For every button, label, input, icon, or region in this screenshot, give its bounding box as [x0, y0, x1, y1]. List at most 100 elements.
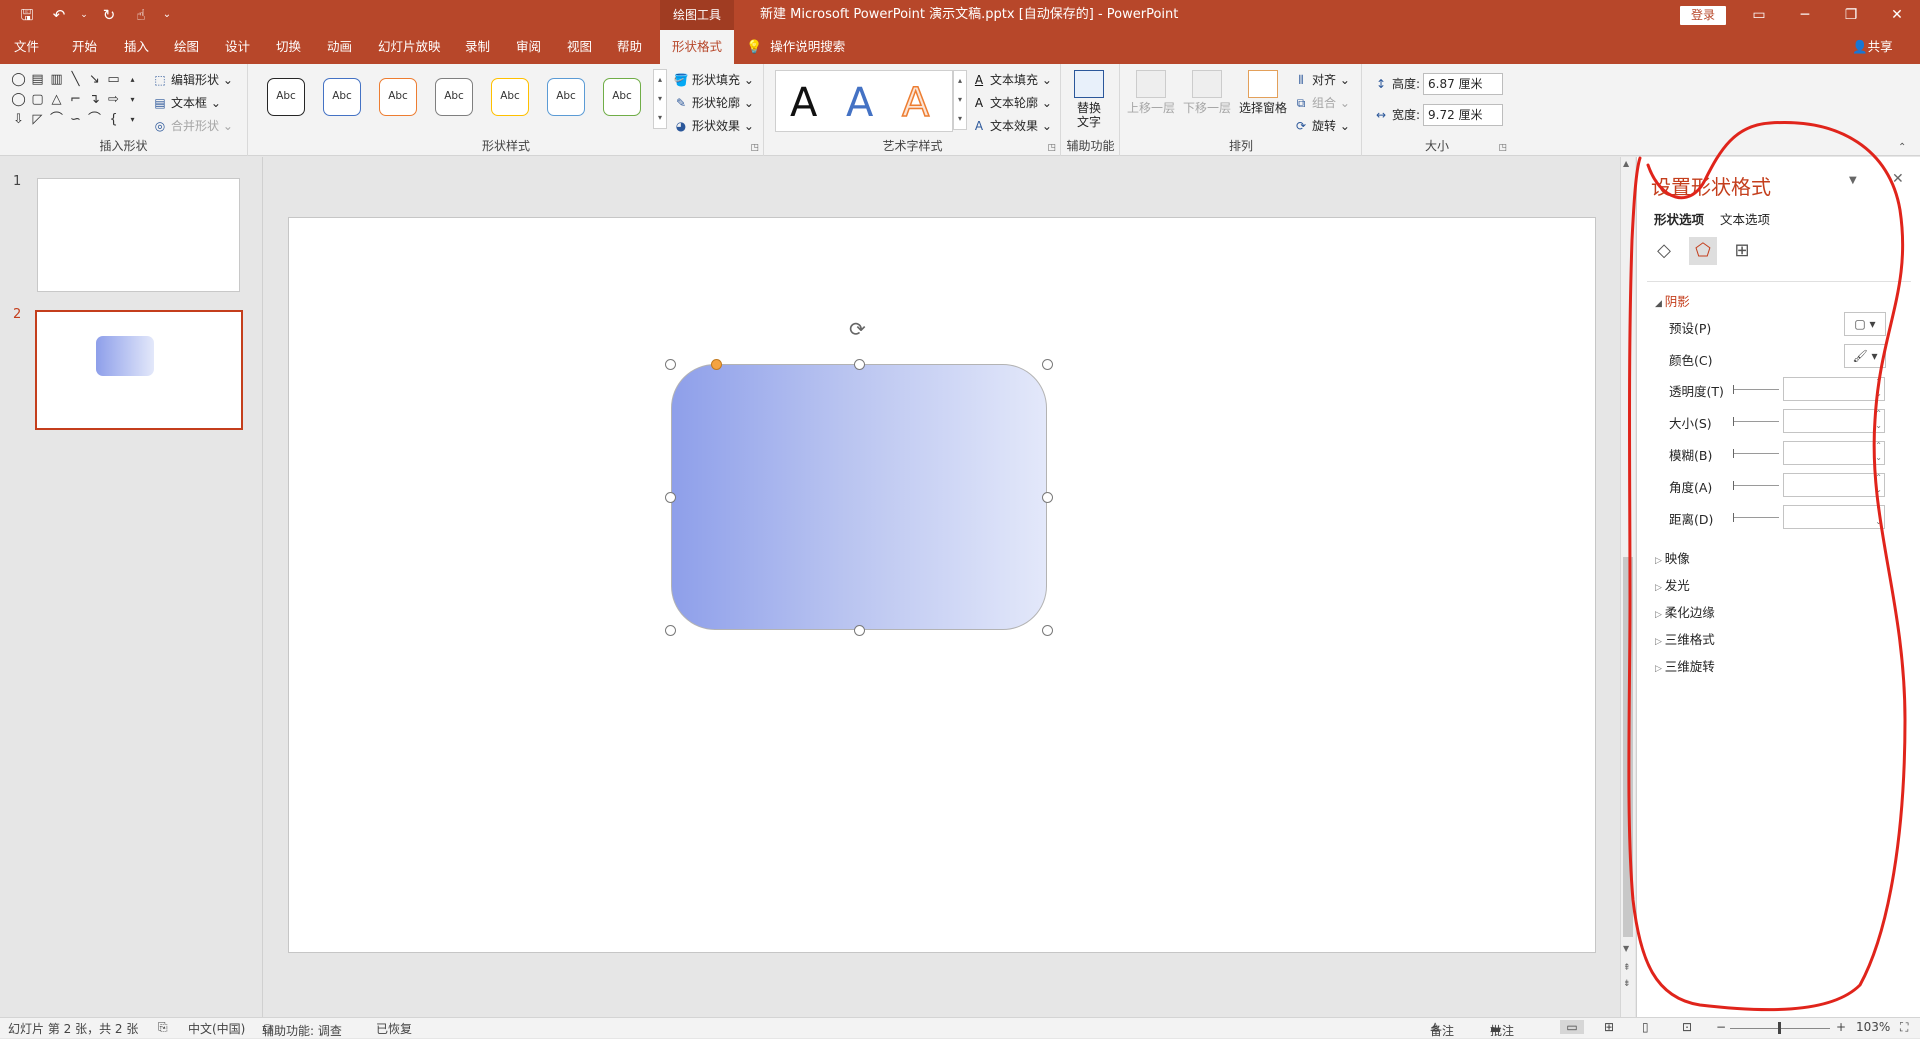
slide-sorter-icon[interactable]: ⊞: [1604, 1020, 1614, 1034]
scroll-thumb[interactable]: [1623, 557, 1633, 937]
shape-fill-button[interactable]: 🪣 形状填充 ⌄: [673, 70, 754, 90]
style-preset-1[interactable]: Abc: [267, 78, 305, 116]
wordart-gallery-scroll[interactable]: ▴ ▾ ▾: [953, 70, 967, 130]
login-button[interactable]: 登录: [1680, 6, 1726, 25]
tab-shape-options[interactable]: 形状选项: [1654, 209, 1704, 228]
zoom-slider-thumb[interactable]: [1778, 1022, 1781, 1034]
elbow-arrow-shape-icon[interactable]: ↴: [86, 90, 103, 110]
shape-outline-button[interactable]: ✎ 形状轮廓 ⌄: [673, 93, 754, 113]
gallery-up-icon[interactable]: ▴: [124, 70, 141, 90]
width-input[interactable]: 9.72 厘米: [1423, 104, 1503, 126]
resize-handle-bottom-left[interactable]: [665, 625, 676, 636]
reflection-section[interactable]: ▷ 映像: [1655, 548, 1690, 567]
share-button[interactable]: 👤共享: [1852, 30, 1893, 64]
shape-styles-launcher-icon[interactable]: ◳: [750, 143, 759, 153]
oval-shape-icon[interactable]: ◯: [10, 90, 27, 110]
previous-slide-icon[interactable]: ⇞: [1623, 963, 1631, 973]
tell-me-search[interactable]: 💡 操作说明搜索: [746, 30, 845, 64]
resize-handle-top-left[interactable]: [665, 359, 676, 370]
angle-input[interactable]: [1783, 472, 1885, 497]
undo-icon[interactable]: ↶: [48, 4, 70, 26]
close-icon[interactable]: ✕: [1874, 0, 1920, 30]
zoom-out-icon[interactable]: −: [1716, 1020, 1726, 1034]
resize-handle-right[interactable]: [1042, 492, 1053, 503]
gallery-more-icon[interactable]: ▾: [124, 110, 141, 130]
tab-draw[interactable]: 绘图: [174, 30, 199, 64]
tab-help[interactable]: 帮助: [617, 30, 642, 64]
spellcheck-icon[interactable]: ⎘: [158, 1020, 168, 1035]
freeform-shape-icon[interactable]: ◸: [29, 110, 46, 130]
align-button[interactable]: ⫴ 对齐 ⌄: [1293, 70, 1349, 90]
pane-close-icon[interactable]: ✕: [1892, 171, 1904, 187]
arc2-shape-icon[interactable]: ⌒: [86, 110, 103, 130]
style-preset-7[interactable]: Abc: [603, 78, 641, 116]
resize-handle-top-right[interactable]: [1042, 359, 1053, 370]
soft-edges-section[interactable]: ▷ 柔化边缘: [1655, 602, 1715, 621]
fit-slide-icon[interactable]: ⛶: [1900, 1020, 1908, 1035]
elbow-shape-icon[interactable]: ⌐: [67, 90, 84, 110]
arrow-line-shape-icon[interactable]: ↘: [86, 70, 103, 90]
curve-shape-icon[interactable]: ∽: [67, 110, 84, 130]
wordart-launcher-icon[interactable]: ◳: [1047, 143, 1056, 153]
merge-shapes-button[interactable]: ◎ 合并形状 ⌄: [152, 116, 233, 136]
style-preset-2[interactable]: Abc: [323, 78, 361, 116]
height-input[interactable]: 6.87 厘米: [1423, 73, 1503, 95]
style-gallery-scroll[interactable]: ▴ ▾ ▾: [653, 69, 667, 129]
style-preset-4[interactable]: Abc: [435, 78, 473, 116]
fill-line-icon[interactable]: ◇: [1650, 237, 1678, 265]
rect-shape-icon[interactable]: ▭: [105, 70, 122, 90]
zoom-level[interactable]: 103%: [1856, 1020, 1890, 1034]
transparency-slider[interactable]: [1733, 385, 1779, 394]
resize-handle-left[interactable]: [665, 492, 676, 503]
restore-icon[interactable]: ❐: [1828, 0, 1874, 30]
group-button[interactable]: ⧉ 组合 ⌄: [1293, 93, 1350, 113]
slideshow-view-icon[interactable]: ⊡: [1682, 1020, 1692, 1034]
zoom-in-icon[interactable]: +: [1836, 1020, 1846, 1034]
glow-section[interactable]: ▷ 发光: [1655, 575, 1690, 594]
customize-qat-icon[interactable]: ⌄: [162, 4, 172, 26]
redo-icon[interactable]: ↻: [98, 4, 120, 26]
tab-file[interactable]: 文件: [14, 30, 39, 64]
edit-shape-button[interactable]: ⬚ 编辑形状 ⌄: [152, 70, 233, 90]
scroll-down-icon[interactable]: ▼: [1623, 944, 1629, 953]
editor-vertical-scrollbar[interactable]: ▲ ▼ ⇞ ⇟: [1620, 157, 1635, 1017]
save-icon[interactable]: 🖫: [16, 4, 38, 26]
down-arrow-shape-icon[interactable]: ⇩: [10, 110, 27, 130]
slide-thumbnail-2[interactable]: [35, 310, 243, 430]
text-fill-button[interactable]: A 文本填充 ⌄: [971, 70, 1052, 90]
blur-slider[interactable]: [1733, 449, 1779, 458]
shadow-preset-dropdown[interactable]: ▢ ▾: [1844, 312, 1886, 336]
effects-pentagon-icon[interactable]: ⬠: [1689, 237, 1717, 265]
reading-view-icon[interactable]: ▯: [1642, 1020, 1649, 1034]
style-preset-6[interactable]: Abc: [547, 78, 585, 116]
scroll-up-icon[interactable]: ▲: [1623, 159, 1629, 168]
shape-effects-button[interactable]: ◕ 形状效果 ⌄: [673, 116, 754, 136]
tab-transitions[interactable]: 切换: [276, 30, 301, 64]
tab-record[interactable]: 录制: [465, 30, 490, 64]
wordart-preset-black[interactable]: A: [790, 81, 817, 125]
tab-shape-format[interactable]: 形状格式: [660, 30, 735, 64]
tab-slideshow[interactable]: 幻灯片放映: [378, 30, 441, 64]
tab-view[interactable]: 视图: [567, 30, 592, 64]
tab-review[interactable]: 审阅: [516, 30, 541, 64]
size-launcher-icon[interactable]: ◳: [1498, 143, 1507, 153]
right-arrow-shape-icon[interactable]: ⇨: [105, 90, 122, 110]
distance-slider[interactable]: [1733, 513, 1779, 522]
tab-home[interactable]: 开始: [72, 30, 97, 64]
send-backward-button[interactable]: 下移一层: [1183, 70, 1231, 115]
style-preset-5[interactable]: Abc: [491, 78, 529, 116]
resize-handle-top[interactable]: [854, 359, 865, 370]
angle-slider[interactable]: [1733, 481, 1779, 490]
language-status[interactable]: 中文(中国): [188, 1020, 245, 1037]
next-slide-icon[interactable]: ⇟: [1623, 979, 1631, 989]
wordart-preset-blue[interactable]: A: [846, 81, 873, 125]
selection-pane-button[interactable]: 选择窗格: [1239, 70, 1287, 115]
ribbon-display-options-icon[interactable]: ▭: [1736, 0, 1782, 30]
minimize-icon[interactable]: ─: [1782, 0, 1828, 30]
size-slider[interactable]: [1733, 417, 1779, 426]
undo-dropdown-icon[interactable]: ⌄: [80, 4, 88, 26]
textbox-button[interactable]: ▤ 文本框 ⌄: [152, 93, 221, 113]
style-preset-3[interactable]: Abc: [379, 78, 417, 116]
tab-design[interactable]: 设计: [225, 30, 250, 64]
resize-handle-bottom[interactable]: [854, 625, 865, 636]
